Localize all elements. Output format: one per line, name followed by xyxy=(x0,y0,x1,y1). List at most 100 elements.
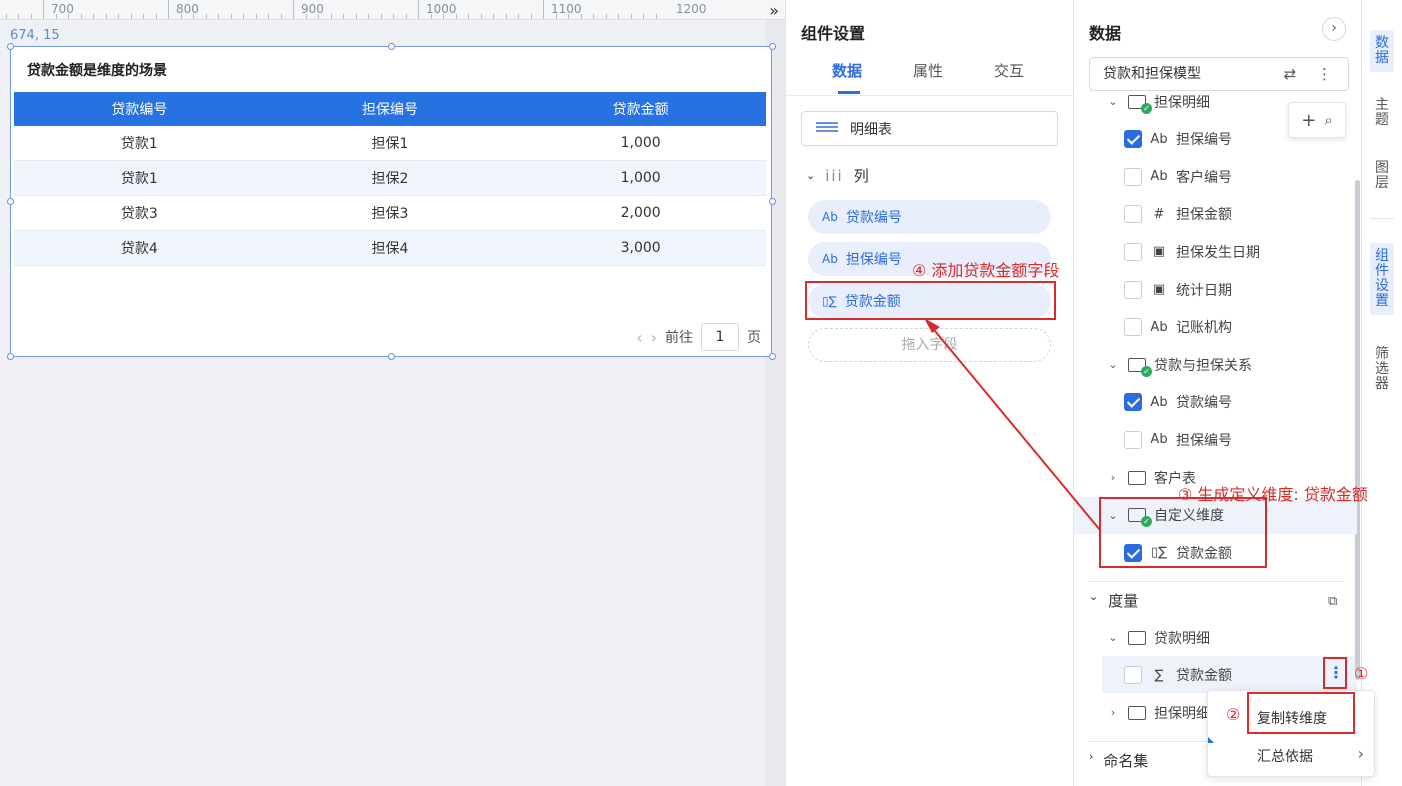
side-tab-data[interactable]: 数据 xyxy=(1370,30,1394,72)
tree-field[interactable]: # 担保金额 xyxy=(1074,196,1357,233)
tree-field[interactable]: ▣ 担保发生日期 xyxy=(1074,233,1357,270)
tree-field[interactable]: Ab 记账机构 xyxy=(1074,309,1357,346)
folder-label: 担保明细 xyxy=(1154,705,1210,722)
annotation-box-more-button xyxy=(1323,657,1347,689)
active-tab-indicator xyxy=(838,91,860,94)
menu-item-aggregate-by[interactable]: 汇总依据 xyxy=(1257,746,1313,766)
canvas-area[interactable]: 700 800 900 1000 1100 1200» 674, 15 贷款金额是维度的场… xyxy=(0,0,785,786)
field-label: 贷款编号 xyxy=(1176,395,1232,412)
table-row: 贷款3 担保3 2,000 xyxy=(14,196,766,231)
resize-handle[interactable] xyxy=(388,43,395,50)
side-tab-layers[interactable]: 图层 xyxy=(1370,161,1394,191)
table-row: 贷款1 担保2 1,000 xyxy=(14,161,766,196)
ruler-tick xyxy=(93,14,94,19)
drop-field-zone[interactable]: 拖入字段 xyxy=(808,328,1051,362)
tree-field[interactable]: Ab 担保编号 xyxy=(1074,421,1357,458)
divider xyxy=(786,95,1073,96)
tree-field[interactable]: Ab 客户编号 xyxy=(1074,158,1357,195)
ruler-tick xyxy=(355,14,357,19)
field-checkbox[interactable] xyxy=(1124,167,1142,186)
measures-label: 度量 xyxy=(1108,592,1139,610)
ruler-tick xyxy=(280,14,282,19)
field-type-icon: ▣ xyxy=(1152,282,1166,297)
field-checkbox[interactable] xyxy=(1124,280,1142,299)
resize-handle[interactable] xyxy=(769,43,776,50)
ruler-tick xyxy=(318,14,319,19)
ruler-tick xyxy=(5,14,7,19)
column-header[interactable]: 贷款金额 xyxy=(515,99,766,119)
ruler-tick xyxy=(480,14,482,19)
field-label: 担保编号 xyxy=(845,252,902,268)
side-tab-filters[interactable]: 筛选器 xyxy=(1370,347,1394,392)
chevron-down-icon[interactable]: ⌄ xyxy=(1106,358,1120,371)
tree-folder[interactable]: ⌄ 担保明细 xyxy=(1074,83,1357,120)
side-tab-theme[interactable]: 主题 xyxy=(1370,98,1394,128)
ruler-tick xyxy=(568,14,569,19)
ruler-tick xyxy=(255,14,257,19)
ruler-tick xyxy=(518,14,519,19)
column-header[interactable]: 担保编号 xyxy=(265,99,516,119)
resize-handle[interactable] xyxy=(769,353,776,360)
chevron-right-icon[interactable]: › xyxy=(1106,706,1120,719)
side-tab-component-settings[interactable]: 组件设置 xyxy=(1370,243,1394,315)
resize-handle[interactable] xyxy=(388,353,395,360)
folder-icon xyxy=(1128,94,1152,114)
table-cell: 担保1 xyxy=(371,136,409,152)
field-checkbox[interactable] xyxy=(1124,318,1142,337)
annotation-step-2: ② xyxy=(1226,705,1241,724)
ruler-tick xyxy=(368,14,369,19)
expand-ruler-icon[interactable]: » xyxy=(769,1,779,19)
chevron-down-icon[interactable]: ⌄ xyxy=(1106,631,1120,644)
ruler-tick xyxy=(305,14,307,19)
ruler-tick xyxy=(168,0,169,19)
ruler-label: 1200 xyxy=(676,2,707,16)
ruler-tick xyxy=(430,14,432,19)
chart-type-select[interactable]: 明细表 xyxy=(801,111,1058,146)
tab-data[interactable]: 数据 xyxy=(832,60,862,81)
tree-field[interactable]: Ab 担保编号 xyxy=(1074,121,1357,158)
resize-handle[interactable] xyxy=(769,198,776,205)
chevron-right-icon[interactable]: › xyxy=(1106,471,1120,484)
ruler-tick xyxy=(243,14,244,19)
columns-section-header[interactable]: ⌄ iii 列 xyxy=(806,165,869,186)
ruler-tick xyxy=(68,14,69,19)
tree-field[interactable]: ∑ 贷款金额 xyxy=(1074,657,1357,694)
ruler-tick xyxy=(180,14,182,19)
tree-folder[interactable]: ⌄ 贷款明细 xyxy=(1074,619,1357,656)
collapse-panel-button[interactable]: › xyxy=(1322,17,1346,41)
tree-folder[interactable]: ⌄ 贷款与担保关系 xyxy=(1074,346,1357,383)
page-input[interactable]: 1 xyxy=(701,323,739,351)
next-page-icon[interactable]: › xyxy=(651,328,657,347)
measures-section-header[interactable]: ⌄ 度量 xyxy=(1089,590,1138,611)
field-checkbox[interactable] xyxy=(1124,666,1142,685)
field-checkbox[interactable] xyxy=(1124,205,1142,224)
resize-handle[interactable] xyxy=(7,43,14,50)
named-set-label: 命名集 xyxy=(1103,752,1149,770)
ruler-tick xyxy=(530,14,532,19)
tab-interaction[interactable]: 交互 xyxy=(994,60,1024,81)
resize-handle[interactable] xyxy=(7,353,14,360)
ruler-tick xyxy=(655,14,657,19)
column-field-pill[interactable]: Ab 贷款编号 xyxy=(808,200,1051,234)
copy-icon[interactable]: ⧉ xyxy=(1328,594,1337,609)
resize-handle[interactable] xyxy=(7,198,14,205)
chevron-down-icon[interactable]: ⌄ xyxy=(1106,95,1120,108)
prev-page-icon[interactable]: ‹ xyxy=(636,328,642,347)
table-cell: 贷款3 xyxy=(120,206,158,222)
field-label: 担保编号 xyxy=(1176,432,1232,449)
table-widget[interactable]: 贷款金额是维度的场景 贷款编号 担保编号 贷款金额 贷款1 担保1 1,000 贷款1 担保2… xyxy=(7,43,776,360)
table-cell: 1,000 xyxy=(620,170,661,186)
field-label: 记账机构 xyxy=(1176,320,1232,337)
table-cell: 担保2 xyxy=(371,171,409,187)
tab-properties[interactable]: 属性 xyxy=(913,60,943,81)
tree-field[interactable]: ▣ 统计日期 xyxy=(1074,271,1357,308)
tree-field[interactable]: Ab 贷款编号 xyxy=(1074,384,1357,421)
ruler-tick xyxy=(230,14,232,19)
field-checkbox[interactable] xyxy=(1124,130,1142,149)
field-checkbox[interactable] xyxy=(1124,430,1142,449)
named-set-section-header[interactable]: › 命名集 xyxy=(1089,750,1148,771)
field-checkbox[interactable] xyxy=(1124,393,1142,412)
column-header[interactable]: 贷款编号 xyxy=(14,99,265,119)
annotation-step-4: ④ 添加贷款金额字段 xyxy=(912,261,1060,280)
field-checkbox[interactable] xyxy=(1124,242,1142,261)
